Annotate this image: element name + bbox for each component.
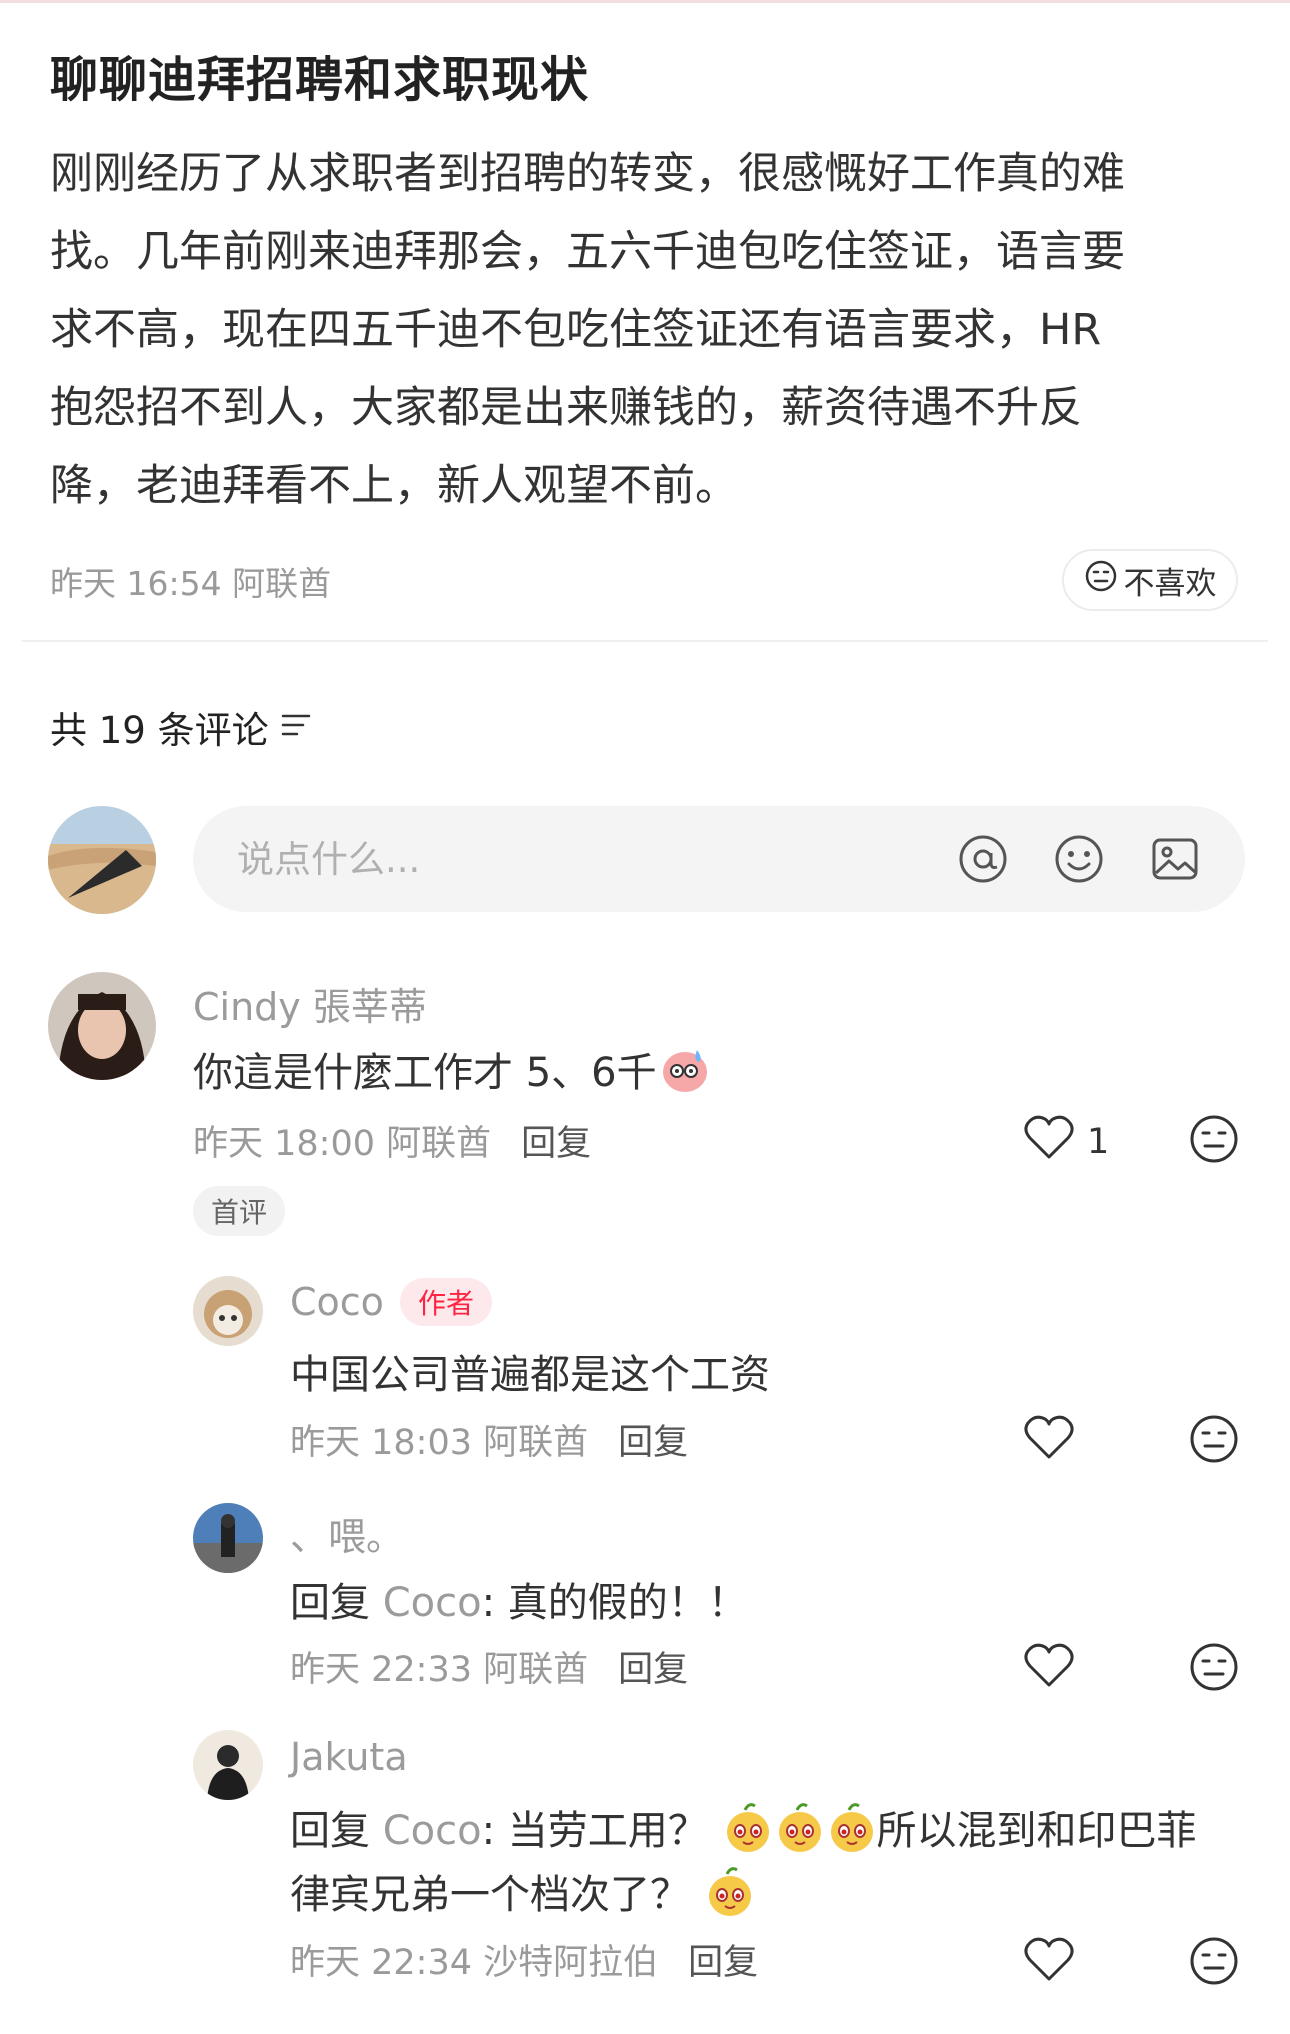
reply-content: : 当劳工用？ xyxy=(481,1808,708,1854)
reply-author[interactable]: Coco xyxy=(290,1280,384,1324)
top-edge xyxy=(0,0,1290,3)
like-button[interactable] xyxy=(1023,1935,1075,1987)
reply-target[interactable]: Coco xyxy=(383,1580,482,1626)
reply-button[interactable]: 回复 xyxy=(618,1650,688,1690)
reply-target[interactable]: Coco xyxy=(383,1808,482,1854)
dislike-icon-button[interactable] xyxy=(1188,1413,1240,1469)
like-button[interactable]: 1 xyxy=(1023,1113,1109,1170)
comment-author[interactable]: Cindy 張莘蒂 xyxy=(193,976,427,1031)
reply-meta: 昨天 22:34 沙特阿拉伯 回复 xyxy=(290,1934,758,1985)
divider xyxy=(22,640,1268,642)
reply-time-location: 昨天 22:34 沙特阿拉伯 xyxy=(290,1943,659,1983)
neutral-face-icon[interactable] xyxy=(1188,1643,1240,1697)
comment-time-location: 昨天 18:00 阿联酋 xyxy=(193,1124,492,1164)
like-button[interactable] xyxy=(1023,1641,1075,1693)
sweat-emoji-icon xyxy=(659,1044,711,1106)
my-avatar[interactable] xyxy=(48,806,156,914)
reply-author[interactable]: Jakuta xyxy=(290,1735,408,1779)
post-title: 聊聊迪拜招聘和求职现状 xyxy=(50,52,590,108)
like-button[interactable] xyxy=(1023,1413,1075,1465)
dislike-icon-button[interactable] xyxy=(1188,1935,1240,1991)
comment-text: 你這是什麼工作才 5、6千 xyxy=(193,1040,711,1106)
reply-button[interactable]: 回复 xyxy=(618,1423,688,1463)
reply-prefix: 回复 xyxy=(290,1580,370,1626)
reply-content-line2: 律宾兄弟一个档次了？ xyxy=(290,1872,690,1918)
dislike-icon-button[interactable] xyxy=(1188,1113,1240,1169)
heart-icon[interactable] xyxy=(1023,1113,1075,1170)
reply-text: 中国公司普遍都是这个工资 xyxy=(290,1352,770,1398)
post-body-line: 抱怨招不到人，大家都是出来赚钱的，薪资待遇不升反 xyxy=(50,383,1082,433)
dislike-label: 不喜欢 xyxy=(1123,565,1217,602)
mango-emoji-icon xyxy=(775,1802,825,1864)
post-body-line: 降，老迪拜看不上，新人观望不前。 xyxy=(50,461,738,511)
heart-icon[interactable] xyxy=(1023,1643,1075,1693)
reply-meta: 昨天 18:03 阿联酋 回复 xyxy=(290,1414,688,1465)
post-body-line: 刚刚经历了从求职者到招聘的转变，很感慨好工作真的难 xyxy=(50,149,1125,199)
at-icon[interactable] xyxy=(955,831,1011,887)
reply-text: 回复 Coco: 真的假的！！ xyxy=(290,1570,748,1628)
post-body: 刚刚经历了从求职者到招聘的转变，很感慨好工作真的难 找。几年前刚来迪拜那会，五六… xyxy=(50,135,1250,525)
heart-icon[interactable] xyxy=(1023,1415,1075,1465)
post-body-line: 找。几年前刚来迪拜那会，五六千迪包吃住签证，语言要 xyxy=(50,227,1125,277)
comment-meta: 昨天 18:00 阿联酋 回复 xyxy=(193,1115,591,1166)
author-badge: 作者 xyxy=(399,1278,492,1326)
reply-meta: 昨天 22:33 阿联酋 回复 xyxy=(290,1641,688,1692)
reply-author-row: Coco 作者 xyxy=(290,1278,492,1326)
reply-text: 回复 Coco: 当劳工用？ 所以混到和印巴菲 xyxy=(290,1798,1197,1864)
reply-time-location: 昨天 22:33 阿联酋 xyxy=(290,1650,589,1690)
neutral-face-icon[interactable] xyxy=(1188,1937,1240,1991)
reply-content: : 真的假的！！ xyxy=(481,1580,748,1626)
dislike-button[interactable]: 不喜欢 xyxy=(1062,549,1238,611)
comment-count[interactable]: 共 19 条评论 xyxy=(50,700,313,754)
post-meta: 昨天 16:54 阿联酋 xyxy=(50,564,332,603)
heart-icon[interactable] xyxy=(1023,1937,1075,1987)
first-comment-badge: 首评 xyxy=(193,1186,286,1236)
neutral-face-icon[interactable] xyxy=(1188,1115,1240,1169)
like-count: 1 xyxy=(1087,1121,1110,1162)
comment-input[interactable] xyxy=(235,836,879,882)
comment-count-label: 共 19 条评论 xyxy=(50,709,269,752)
image-icon[interactable] xyxy=(1147,831,1203,887)
comment-text-content: 你這是什麼工作才 5、6千 xyxy=(193,1050,657,1096)
mango-emoji-icon xyxy=(827,1802,877,1864)
filter-icon[interactable] xyxy=(279,706,313,749)
reply-button[interactable]: 回复 xyxy=(688,1943,758,1983)
comment-input-box[interactable] xyxy=(193,806,1245,912)
neutral-face-icon[interactable] xyxy=(1188,1415,1240,1469)
smile-icon[interactable] xyxy=(1051,831,1107,887)
reply-button[interactable]: 回复 xyxy=(521,1124,591,1164)
reply-time-location: 昨天 18:03 阿联酋 xyxy=(290,1423,589,1463)
reply-author[interactable]: 、喂。 xyxy=(290,1506,404,1561)
dislike-icon-button[interactable] xyxy=(1188,1641,1240,1697)
mango-emoji-icon xyxy=(723,1802,773,1864)
avatar[interactable] xyxy=(193,1276,263,1346)
neutral-face-icon xyxy=(1084,559,1118,601)
post-body-line: 求不高，现在四五千迪不包吃住签证还有语言要求，HR xyxy=(50,305,1102,355)
avatar[interactable] xyxy=(193,1503,263,1573)
reply-prefix: 回复 xyxy=(290,1808,370,1854)
reply-text-line2: 律宾兄弟一个档次了？ xyxy=(290,1862,755,1928)
reply-content-continued: 所以混到和印巴菲 xyxy=(876,1808,1197,1854)
avatar[interactable] xyxy=(48,972,156,1080)
avatar[interactable] xyxy=(193,1730,263,1800)
mango-emoji-icon xyxy=(705,1866,755,1928)
